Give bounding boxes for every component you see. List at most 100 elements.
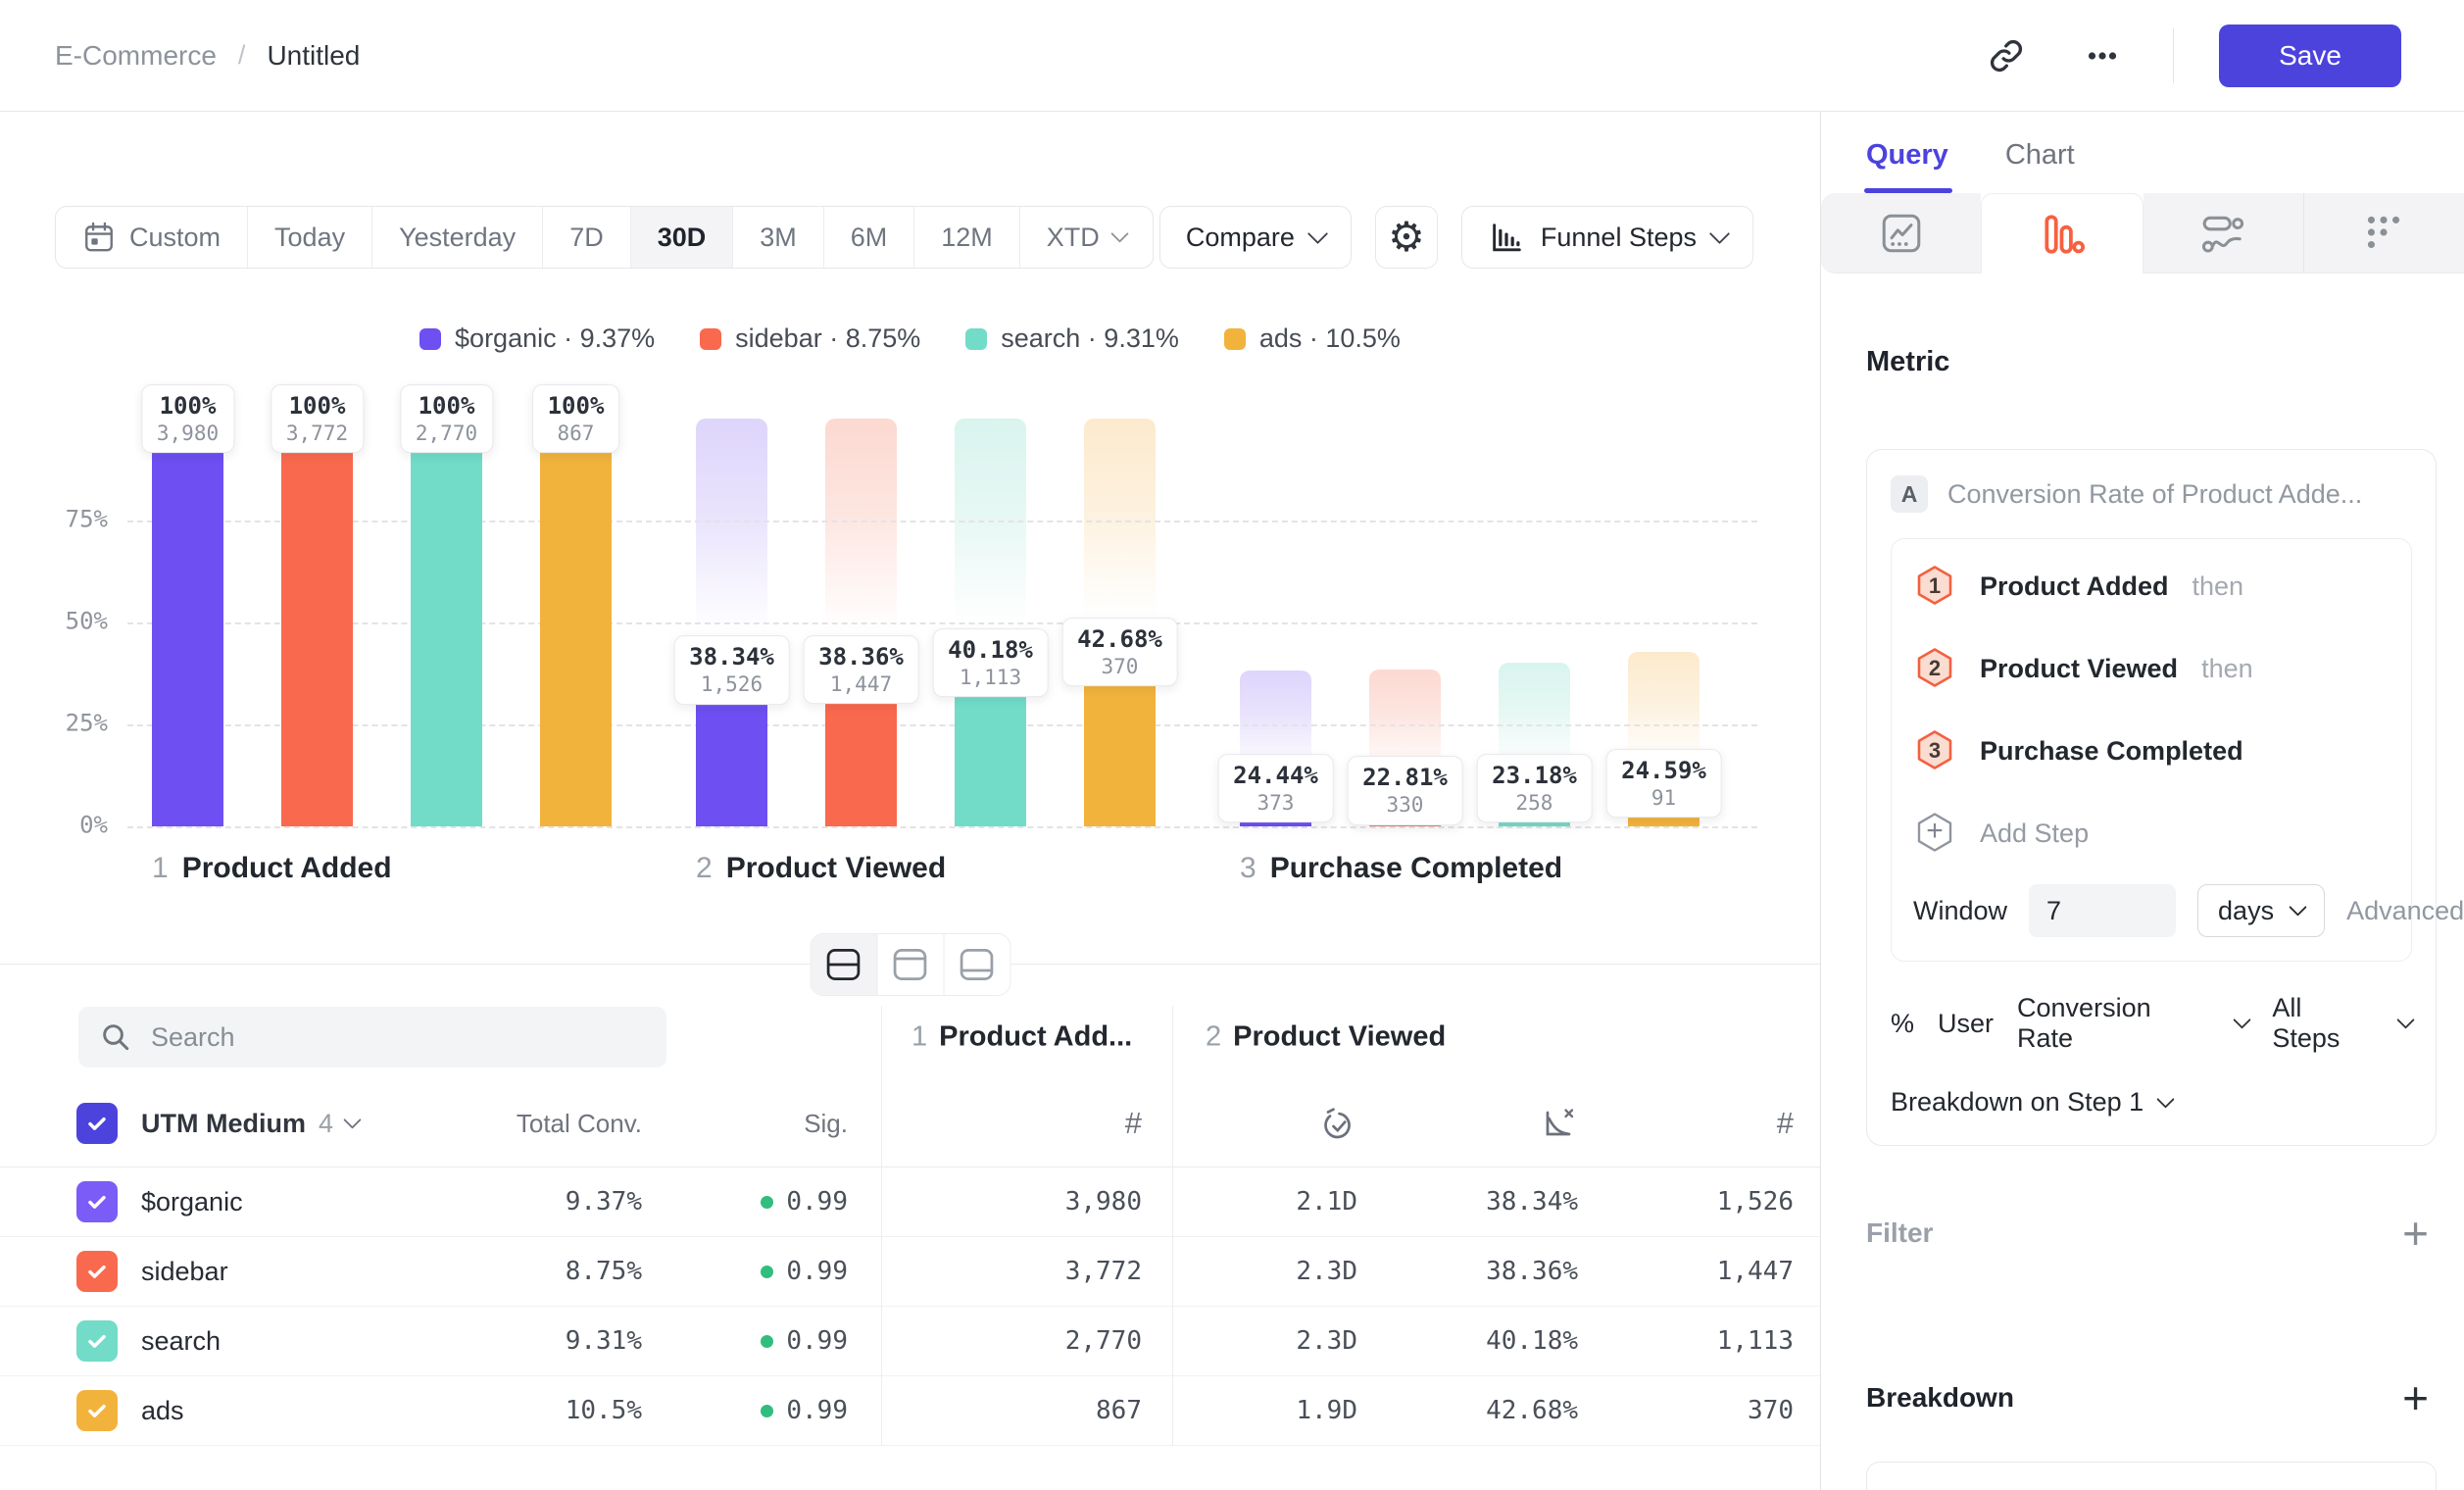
chevron-down-icon[interactable]: [2396, 1011, 2414, 1028]
date-range-yesterday[interactable]: Yesterday: [371, 207, 542, 268]
legend-item-organic[interactable]: $organic · 9.37%: [419, 323, 655, 354]
date-range-12m[interactable]: 12M: [913, 207, 1019, 268]
funnel-bar[interactable]: [281, 419, 353, 826]
step-axis-label: 2Product Viewed: [696, 852, 946, 885]
s2-time-cell: 2.3D: [1296, 1326, 1357, 1356]
date-range-control: CustomTodayYesterday7D30D3M6M12MXTD: [55, 206, 1154, 269]
counting-entity[interactable]: User: [1938, 1009, 1994, 1039]
layout-bottom-view-button[interactable]: [943, 934, 1010, 995]
breakdown-property-card[interactable]: Aa UTM Medium: [1866, 1462, 2437, 1490]
select-all-checkbox[interactable]: [76, 1103, 118, 1144]
breadcrumb-parent[interactable]: E-Commerce: [55, 40, 217, 72]
legend-swatch: [419, 328, 441, 350]
advanced-toggle[interactable]: Advanced: [2346, 896, 2464, 926]
table-search[interactable]: [78, 1007, 666, 1068]
search-input[interactable]: [149, 1021, 645, 1054]
sig-cell: 0.99: [761, 1326, 848, 1356]
date-range-xtd[interactable]: XTD: [1019, 207, 1153, 268]
steps-scope-select[interactable]: All Steps: [2272, 993, 2376, 1054]
bar-count-label: 1,447: [818, 671, 904, 697]
chevron-down-icon: [343, 1111, 361, 1128]
date-range-today[interactable]: Today: [247, 207, 371, 268]
step-number-badge: 3: [1913, 729, 1956, 772]
breadcrumb-current[interactable]: Untitled: [267, 40, 360, 72]
row-name: ads: [141, 1396, 357, 1426]
date-range-30d[interactable]: 30D: [630, 207, 733, 268]
funnel-bar[interactable]: [152, 419, 223, 826]
avg-time-metric-header[interactable]: [1318, 1104, 1357, 1143]
tab-query[interactable]: Query: [1866, 139, 1948, 193]
time-to-convert-icon: [1318, 1104, 1357, 1143]
retention-icon: [2361, 211, 2406, 256]
step-number: 3: [1240, 852, 1257, 884]
legend-item-ads[interactable]: ads · 10.5%: [1224, 323, 1401, 354]
funnel-step-3[interactable]: 3 Purchase Completed: [1913, 710, 2390, 792]
compare-button[interactable]: Compare: [1159, 206, 1352, 269]
breakdown-column-header[interactable]: UTM Medium 4: [141, 1109, 357, 1139]
window-unit-label: days: [2218, 896, 2274, 926]
chevron-down-icon[interactable]: [2234, 1011, 2251, 1028]
row-checkbox[interactable]: [76, 1181, 118, 1222]
chart-type-flow-tab[interactable]: [2144, 193, 2303, 273]
legend-item-search[interactable]: search · 9.31%: [965, 323, 1179, 354]
date-range-6m[interactable]: 6M: [823, 207, 914, 268]
chart-view-selector[interactable]: Funnel Steps: [1461, 206, 1753, 269]
funnel-step-1[interactable]: 1 Product Added then: [1913, 545, 2390, 627]
layout-split-view-button[interactable]: [811, 934, 876, 995]
sig-value: 0.99: [786, 1187, 848, 1217]
save-button[interactable]: Save: [2219, 25, 2401, 87]
chart-type-retention-tab[interactable]: [2303, 193, 2464, 273]
total-conv-header[interactable]: Total Conv.: [517, 1109, 642, 1139]
count-metric-header[interactable]: #: [1125, 1106, 1142, 1141]
funnel-bar[interactable]: [411, 419, 482, 826]
sig-header[interactable]: Sig.: [804, 1109, 848, 1139]
add-step-label: Add Step: [1980, 819, 2089, 849]
layout-top-view-button[interactable]: [876, 934, 943, 995]
hash-icon: #: [1125, 1106, 1142, 1141]
query-panel: Query Chart: [1821, 112, 2464, 1490]
sig-dot-icon: [761, 1335, 773, 1348]
bar-value-label: 24.44%373: [1217, 754, 1334, 822]
row-checkbox[interactable]: [76, 1390, 118, 1431]
measure-select[interactable]: Conversion Rate: [2017, 993, 2212, 1054]
metric-header-row[interactable]: A Conversion Rate of Product Adde...: [1891, 475, 2412, 513]
metric-letter-badge: A: [1891, 475, 1928, 513]
tab-chart[interactable]: Chart: [2005, 139, 2075, 193]
chart-type-funnel-tab[interactable]: [1981, 193, 2143, 273]
window-value-input[interactable]: [2029, 884, 2176, 937]
funnel-bar-slot: 100%3,980: [152, 419, 223, 826]
date-range-7d[interactable]: 7D: [542, 207, 630, 268]
date-range-custom[interactable]: Custom: [56, 207, 247, 268]
legend-item-sidebar[interactable]: sidebar · 8.75%: [700, 323, 920, 354]
row-checkbox[interactable]: [76, 1320, 118, 1362]
add-breakdown-button[interactable]: +: [2402, 1375, 2429, 1420]
funnel-step-2[interactable]: 2 Product Viewed then: [1913, 627, 2390, 710]
bar-value-label: 38.34%1,526: [673, 635, 790, 704]
step-number: 2: [696, 852, 713, 884]
header-divider: [2173, 28, 2174, 83]
chart-type-tabs: [1821, 193, 2464, 273]
total-conv-cell: 9.31%: [566, 1326, 642, 1356]
share-link-button[interactable]: [1981, 30, 2032, 81]
count-metric-header[interactable]: #: [1777, 1106, 1794, 1141]
window-unit-select[interactable]: days: [2197, 884, 2325, 937]
chart-settings-button[interactable]: ⚙: [1375, 206, 1438, 269]
breakdown-section: Breakdown +: [1866, 1375, 2437, 1420]
add-step-button[interactable]: + Add Step: [1913, 792, 2390, 874]
more-menu-button[interactable]: [2077, 30, 2128, 81]
bar-value-label: 100%867: [532, 384, 620, 453]
chevron-down-icon: [1709, 224, 1730, 244]
breakdown-on-step-select[interactable]: Breakdown on Step 1: [1891, 1087, 2412, 1118]
date-range-3m[interactable]: 3M: [732, 207, 823, 268]
row-checkbox[interactable]: [76, 1251, 118, 1292]
add-filter-button[interactable]: +: [2402, 1211, 2429, 1256]
top-actions: Save: [1981, 25, 2401, 87]
chart-type-insights-tab[interactable]: [1821, 193, 1981, 273]
legend-label: search · 9.31%: [1001, 323, 1179, 354]
s2-time-cell: 2.1D: [1296, 1187, 1357, 1217]
breakdown-column-label: UTM Medium: [141, 1109, 306, 1139]
total-conv-cell: 10.5%: [566, 1396, 642, 1425]
funnel-bar[interactable]: [540, 419, 612, 826]
conv-rate-metric-header[interactable]: [1539, 1104, 1578, 1143]
row-name: search: [141, 1326, 357, 1357]
